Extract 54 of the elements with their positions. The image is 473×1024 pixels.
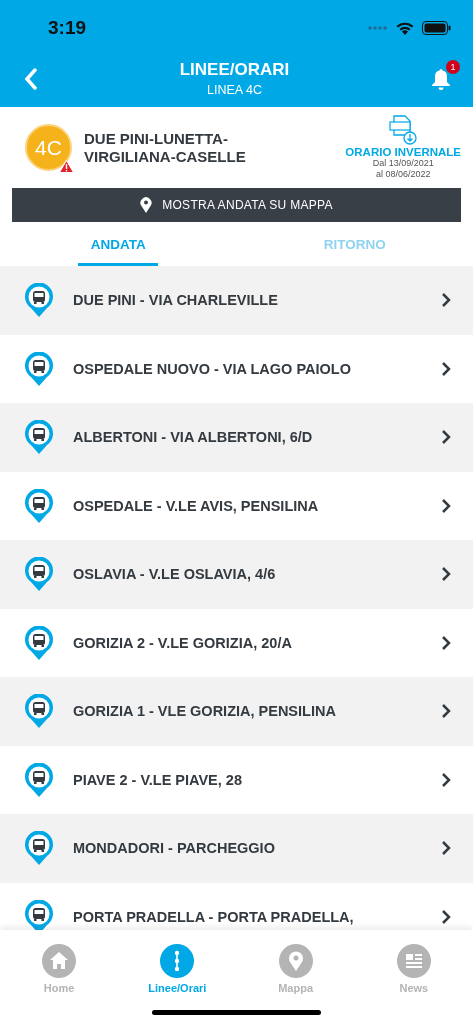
stop-row[interactable]: GORIZIA 1 - VLE GORIZIA, PENSILINA (0, 677, 473, 746)
chevron-right-icon (441, 360, 451, 377)
news-tab-icon (396, 944, 431, 978)
stop-row[interactable]: MONDADORI - PARCHEGGIO (0, 814, 473, 883)
chevron-right-icon (441, 703, 451, 720)
chevron-right-icon (441, 566, 451, 583)
bus-stop-pin-icon (24, 283, 54, 318)
chevron-right-icon (441, 292, 451, 309)
status-time: 3:19 (48, 17, 87, 39)
map-pin-icon (140, 197, 153, 213)
bus-stop-pin-icon (24, 420, 54, 455)
chevron-right-icon (441, 634, 451, 651)
stop-name: OSPEDALE NUOVO - VIA LAGO PAIOLO (73, 360, 352, 377)
back-button[interactable] (24, 67, 38, 90)
bus-stop-pin-icon (24, 557, 54, 592)
home-tab-icon (42, 944, 77, 978)
battery-icon (422, 21, 451, 35)
stop-name: ALBERTONI - VIA ALBERTONI, 6/D (73, 429, 314, 446)
stop-row[interactable]: ALBERTONI - VIA ALBERTONI, 6/D (0, 403, 473, 472)
stop-row[interactable]: DUE PINI - VIA CHARLEVILLE (0, 266, 473, 335)
notifications-button[interactable]: 1 (431, 59, 460, 90)
screen-subtitle: LINEA 4C (207, 83, 262, 97)
stop-name: DUE PINI - VIA CHARLEVILLE (73, 292, 279, 309)
stop-name: MONDADORI - PARCHEGGIO (73, 840, 276, 857)
chevron-right-icon (441, 771, 451, 788)
show-on-map-button[interactable]: MOSTRA ANDATA SU MAPPA (12, 188, 461, 222)
wifi-icon (396, 21, 414, 35)
stop-row[interactable]: OSLAVIA - V.LE OSLAVIA, 4/6 (0, 540, 473, 609)
bus-stop-pin-icon (24, 694, 54, 729)
lines-tab-icon (160, 944, 195, 978)
stop-name: OSPEDALE - V.LE AVIS, PENSILINA (73, 497, 320, 514)
stop-name: PORTA PRADELLA - PORTA PRADELLA, (73, 908, 355, 925)
signal-icon (368, 26, 388, 30)
bus-stop-pin-icon (24, 351, 54, 386)
bus-stop-pin-icon (24, 831, 54, 866)
chevron-right-icon (441, 497, 451, 514)
valid-to: al 08/06/2022 (375, 169, 431, 180)
valid-from: Dal 13/09/2021 (372, 158, 434, 169)
stop-name: PIAVE 2 - V.LE PIAVE, 28 (73, 771, 243, 788)
chevron-right-icon (441, 429, 451, 446)
line-name: DUE PINI-LUNETTA-VIRGILIANA-CASELLE (84, 129, 247, 166)
screen-title: LINEE/ORARI (179, 60, 290, 80)
chevron-right-icon (441, 840, 451, 857)
stop-name: GORIZIA 2 - V.LE GORIZIA, 20/A (73, 634, 293, 651)
line-badge: 4C (25, 124, 72, 171)
pdf-download-icon[interactable] (388, 115, 419, 145)
notification-count: 1 (446, 59, 460, 74)
chevron-right-icon (441, 908, 451, 925)
bus-stop-pin-icon (24, 625, 54, 660)
bus-stop-pin-icon (24, 762, 54, 797)
bus-stop-pin-icon (24, 488, 54, 523)
stop-name: GORIZIA 1 - VLE GORIZIA, PENSILINA (73, 703, 337, 720)
stop-name: OSLAVIA - V.LE OSLAVIA, 4/6 (73, 566, 277, 583)
map-tab-icon (278, 944, 313, 978)
